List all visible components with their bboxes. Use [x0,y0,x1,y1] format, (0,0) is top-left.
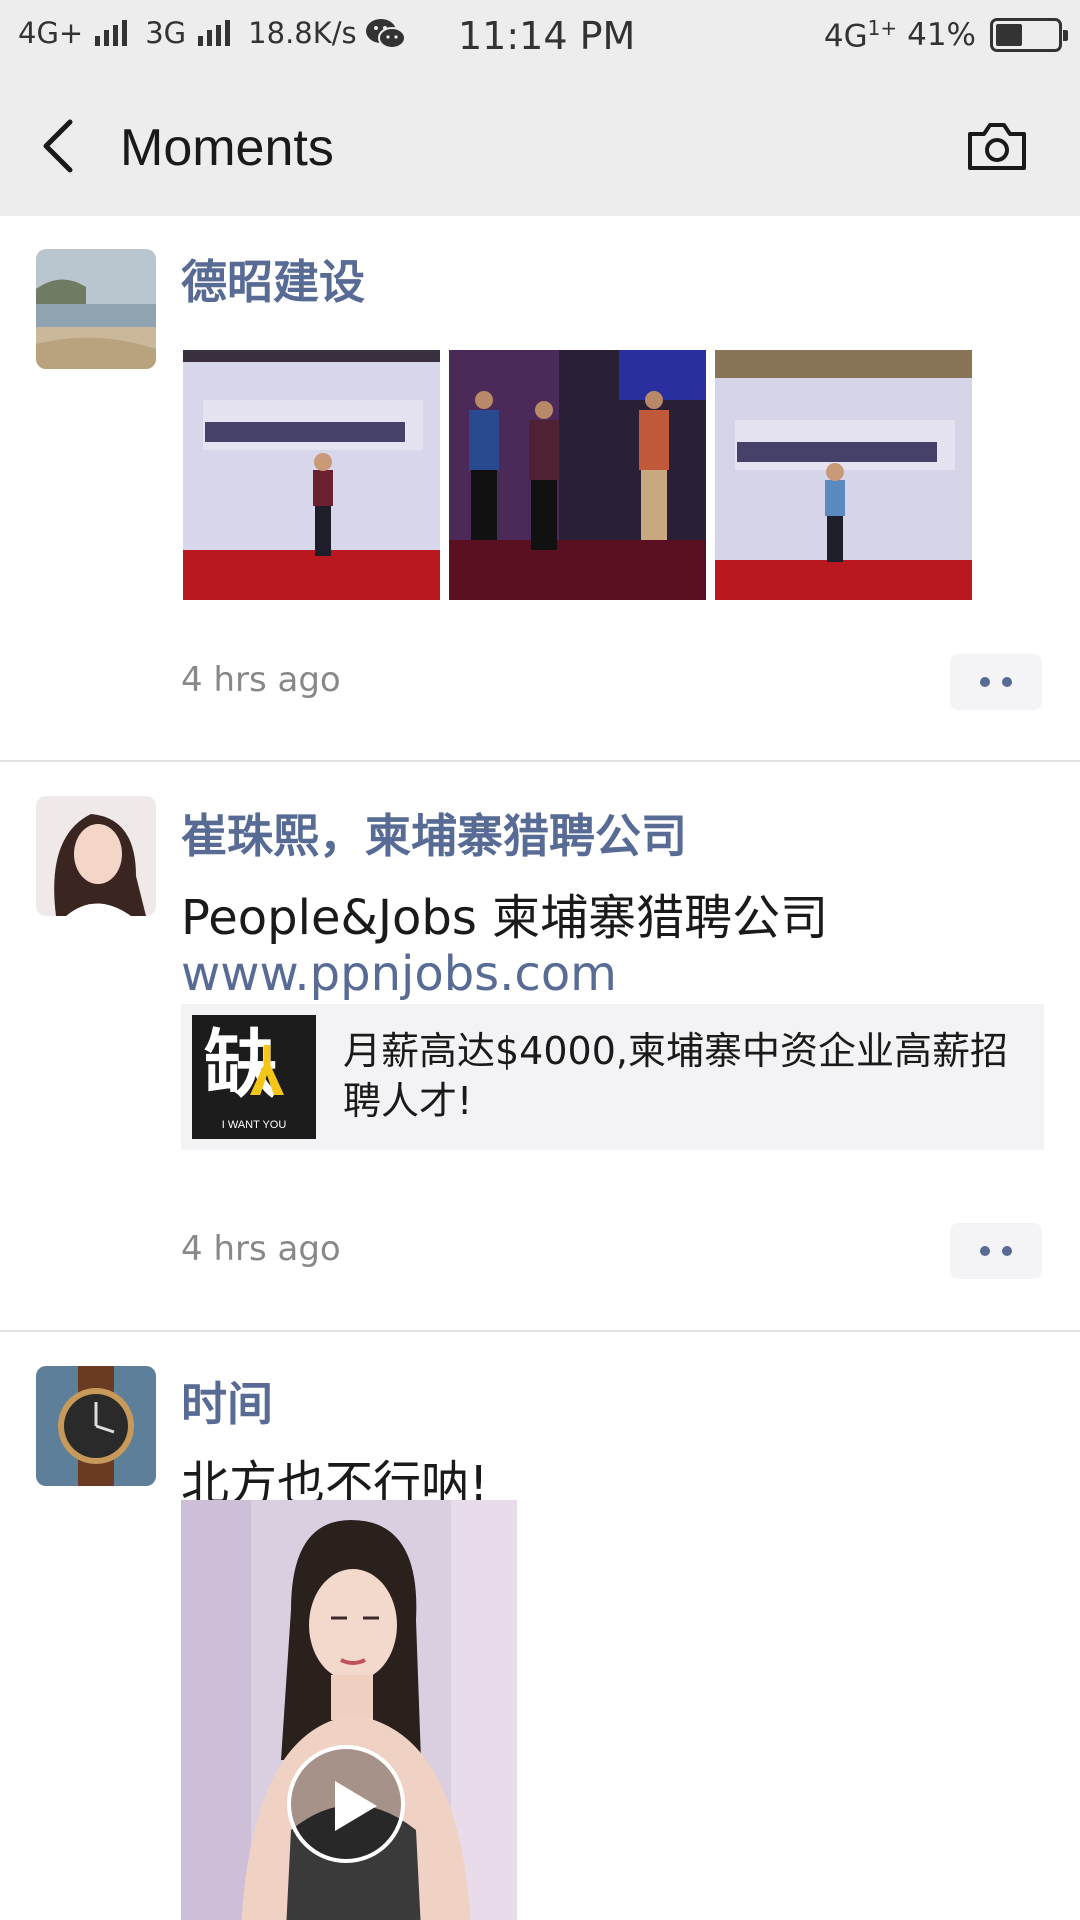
clock: 11:14 PM [458,14,636,58]
nav-bar: Moments [0,76,1080,216]
author-name[interactable]: 崔珠熙，柬埔寨猎聘公司 [181,800,1044,866]
battery-icon [990,18,1068,53]
status-bar: 4G+ 3G 18.8K/s 11:14 PM 4G1+ 41% [0,0,1080,76]
thumb-caption: I WANT YOU [221,1119,287,1131]
network-speed: 18.8K/s [248,16,357,50]
more-actions-button[interactable] [950,654,1042,710]
signal-icon [95,20,128,46]
battery-percent: 41% [907,17,976,54]
back-arrow-icon[interactable] [38,116,78,176]
page-title: Moments [120,119,334,177]
play-icon[interactable] [287,1745,405,1863]
avatar[interactable] [36,249,156,369]
camera-icon[interactable] [966,120,1028,172]
post-link[interactable]: www.ppnjobs.com [181,946,1044,1002]
avatar[interactable] [36,1366,156,1486]
author-name[interactable]: 德昭建设 [181,246,1044,312]
post-photo[interactable] [183,350,440,600]
more-actions-button[interactable] [950,1223,1042,1279]
post-time: 4 hrs ago [181,1229,341,1269]
signal-icon [198,20,231,46]
status-right: 4G1+ 41% [823,16,1068,55]
wechat-icon [365,17,407,49]
network-label-1: 4G+ [18,16,84,50]
post-photo[interactable] [715,350,972,600]
link-thumbnail: 缺 I WANT YOU [192,1015,316,1139]
link-card[interactable]: 缺 I WANT YOU 月薪高达$4000,柬埔寨中资企业高薪招聘人才! [181,1004,1044,1150]
moment-post: 崔珠熙，柬埔寨猎聘公司 People&Jobs 柬埔寨猎聘公司 www.ppnj… [0,762,1080,1332]
post-video[interactable] [181,1500,517,1920]
link-card-title: 月薪高达$4000,柬埔寨中资企业高薪招聘人才! [343,1029,1008,1123]
status-left: 4G+ 3G 18.8K/s [18,16,407,50]
post-time: 4 hrs ago [181,660,341,700]
moment-post: 时间 北方也不行呐! [0,1332,1080,1920]
network-label-2: 3G [145,16,187,50]
avatar[interactable] [36,796,156,916]
post-photo[interactable] [449,350,706,600]
network-label-3: 4G1+ [823,16,898,55]
post-text: People&Jobs 柬埔寨猎聘公司 [181,890,829,946]
author-name[interactable]: 时间 [181,1368,1044,1434]
moment-post: 德昭建设 4 hrs ago [0,216,1080,762]
moments-feed: 德昭建设 4 hrs ago 崔珠熙，柬埔寨猎聘公司 People&Jobs 柬… [0,216,1080,1920]
